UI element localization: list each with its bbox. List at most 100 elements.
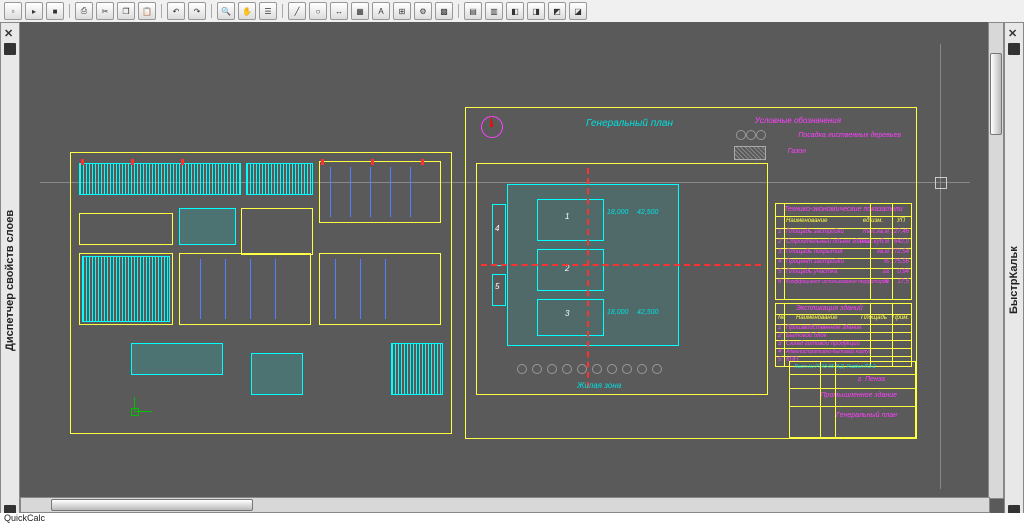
props-icon[interactable]: ⚙ [414, 2, 432, 20]
crosshair-pickbox [935, 177, 947, 189]
command-text: QuickCalc [4, 513, 45, 523]
panel-icon[interactable] [1008, 43, 1020, 55]
cell: Площадь застройки [786, 229, 844, 235]
tree-icon [622, 364, 632, 374]
cut-icon[interactable]: ✂ [96, 2, 114, 20]
zoom-icon[interactable]: 🔍 [217, 2, 235, 20]
cell: тыс.кв.м [863, 229, 889, 235]
col-divider [892, 204, 893, 299]
open-icon[interactable]: ▸ [25, 2, 43, 20]
table-header: Экспликация зданий [796, 305, 863, 312]
paste-icon[interactable]: 📋 [138, 2, 156, 20]
toolbar: ▫ ▸ ■ ⎙ ✂ ❐ 📋 ↶ ↷ 🔍 ✋ ☰ ╱ ○ ↔ ▦ A ⊞ ⚙ ▩ … [0, 0, 1024, 23]
grid-icon[interactable]: ▩ [435, 2, 453, 20]
tree-symbol-icon [746, 130, 756, 140]
command-line[interactable]: QuickCalc [0, 513, 1024, 523]
cell: % [884, 279, 889, 285]
save-icon[interactable]: ■ [46, 2, 64, 20]
cell: 642,0 [894, 239, 909, 245]
app-root: ▫ ▸ ■ ⎙ ✂ ❐ 📋 ↶ ↷ 🔍 ✋ ☰ ╱ ○ ↔ ▦ A ⊞ ⚙ ▩ … [0, 0, 1024, 523]
print-icon[interactable]: ⎙ [75, 2, 93, 20]
building-block [131, 343, 223, 375]
col-divider [870, 204, 871, 299]
close-icon[interactable]: ✕ [4, 27, 16, 39]
tool-icon[interactable]: ◨ [527, 2, 545, 20]
col-divider [784, 204, 785, 299]
line-icon[interactable]: ╱ [288, 2, 306, 20]
north-arrow-icon [481, 116, 503, 138]
circle-icon[interactable]: ○ [309, 2, 327, 20]
column-line [330, 167, 331, 217]
copy-icon[interactable]: ❐ [117, 2, 135, 20]
separator [282, 4, 283, 18]
scrollbar-thumb[interactable] [51, 499, 253, 511]
column-line [360, 259, 361, 319]
tree-icon [607, 364, 617, 374]
tb-col [835, 362, 836, 437]
axis-marker [371, 159, 374, 165]
building-number: 3 [565, 309, 569, 318]
tree-symbol-icon [756, 130, 766, 140]
axis-line [587, 168, 589, 388]
legend-item: Посадка лиственных деревьев [798, 132, 901, 139]
lawn-symbol-icon [734, 146, 766, 160]
legend-item: Газон [788, 148, 806, 155]
building-number: 5 [495, 282, 499, 291]
layer-icon[interactable]: ☰ [259, 2, 277, 20]
left-panel[interactable]: ✕ Диспетчер свойств слоев [0, 22, 20, 522]
hatch-icon[interactable]: ▦ [351, 2, 369, 20]
drawing-sheet-2: Генеральный план Условные обозначения По… [465, 107, 917, 439]
scrollbar-horizontal[interactable] [20, 497, 990, 513]
undo-icon[interactable]: ↶ [167, 2, 185, 20]
building-outline [319, 161, 441, 223]
axis-marker [321, 159, 324, 165]
cell: Бытовой блок [786, 333, 827, 339]
scrollbar-thumb[interactable] [990, 53, 1002, 135]
text-icon[interactable]: A [372, 2, 390, 20]
column-line [250, 259, 251, 319]
pan-icon[interactable]: ✋ [238, 2, 256, 20]
left-panel-label: Диспетчер свойств слоев [4, 59, 16, 501]
building-4 [492, 204, 506, 266]
tool-icon[interactable]: ◩ [548, 2, 566, 20]
axis-line [481, 264, 761, 266]
tool-icon[interactable]: ▤ [464, 2, 482, 20]
drawing-name: Генеральный план [836, 412, 897, 419]
tree-symbol-icon [736, 130, 746, 140]
city-label: г. Пенза [858, 376, 885, 383]
building-1 [537, 199, 604, 241]
hatch-area [79, 163, 241, 195]
tree-icon [637, 364, 647, 374]
separator [458, 4, 459, 18]
building-number: 4 [495, 224, 499, 233]
close-icon[interactable]: ✕ [1008, 27, 1020, 39]
col-divider [784, 304, 785, 366]
redo-icon[interactable]: ↷ [188, 2, 206, 20]
cell: 772,54 [891, 249, 909, 255]
tool-icon[interactable]: ▥ [485, 2, 503, 20]
model-space[interactable]: Генеральный план Условные обозначения По… [20, 22, 1004, 513]
cell: Производственное здание [786, 325, 861, 331]
column-line [200, 259, 201, 319]
block-icon[interactable]: ⊞ [393, 2, 411, 20]
tech-indicators-table: Технико-экономические показатели Наимено… [775, 203, 912, 300]
scrollbar-vertical[interactable] [988, 22, 1004, 499]
tool-icon[interactable]: ◧ [506, 2, 524, 20]
tree-icon [532, 364, 542, 374]
new-icon[interactable]: ▫ [4, 2, 22, 20]
tree-icon [517, 364, 527, 374]
cell: 17,5 [897, 279, 909, 285]
tool-icon[interactable]: ◪ [569, 2, 587, 20]
explication-table: Экспликация зданий № Наименование Площад… [775, 303, 912, 367]
cell: 5 [778, 269, 781, 275]
dimension-text: 42,500 [637, 309, 658, 316]
col-header: Наименование [786, 218, 827, 224]
building-3 [537, 299, 604, 336]
tb-row [790, 374, 915, 387]
cell: 3 [778, 249, 781, 255]
column-line [390, 167, 391, 217]
panel-icon[interactable] [4, 43, 16, 55]
right-panel[interactable]: ✕ БыстрКальк [1004, 22, 1024, 522]
title-block: Лист № Р743-05 И.Д. Раздел ПЗ-2 г. Пенза… [789, 361, 916, 438]
dim-icon[interactable]: ↔ [330, 2, 348, 20]
